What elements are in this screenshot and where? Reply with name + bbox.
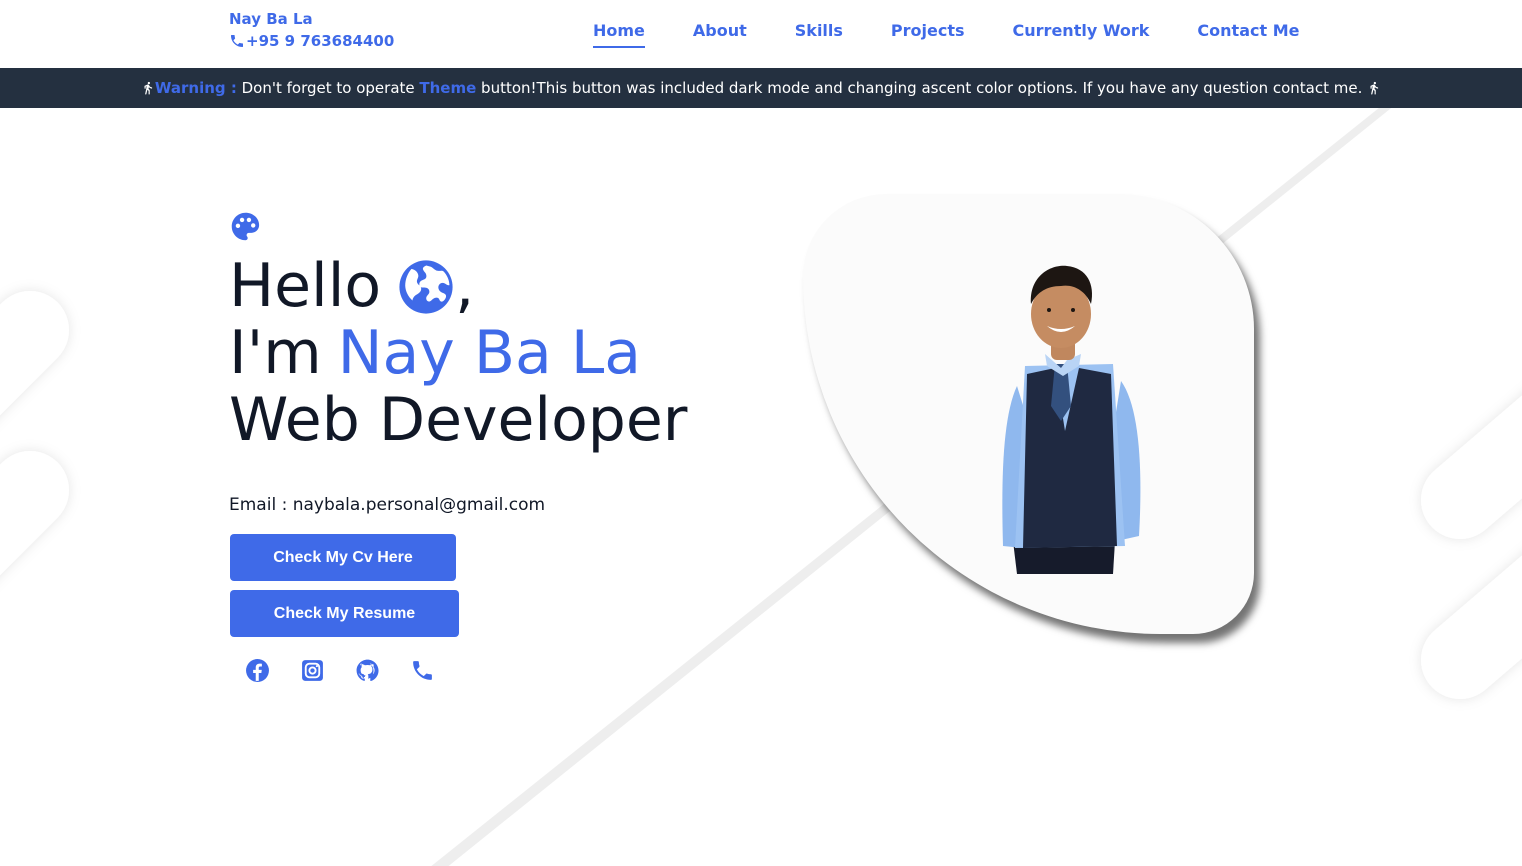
role-line: Web Developer: [229, 387, 687, 454]
check-cv-button[interactable]: Check My Cv Here: [230, 534, 456, 581]
phone-icon[interactable]: [410, 658, 435, 683]
hero-intro: Hello , I'm Nay Ba La Web Developer: [229, 210, 687, 454]
warning-label: Warning :: [154, 79, 237, 97]
nav-skills[interactable]: Skills: [795, 20, 843, 48]
nav-home[interactable]: Home: [593, 20, 645, 48]
nav-about[interactable]: About: [693, 20, 747, 48]
email-text: Email : naybala.personal@gmail.com: [229, 495, 546, 515]
running-person-icon: [1370, 81, 1379, 95]
main-nav: Home About Skills Projects Currently Wor…: [593, 20, 1299, 48]
warning-text-before: Don't forget to operate: [236, 79, 420, 97]
hello-comma: ,: [455, 251, 475, 321]
instagram-icon[interactable]: [300, 658, 325, 683]
warning-banner: Warning : Don't forget to operate Theme …: [0, 68, 1522, 108]
github-icon[interactable]: [355, 658, 380, 683]
check-resume-button[interactable]: Check My Resume: [230, 590, 459, 637]
warning-text-after: button!This button was included dark mod…: [476, 79, 1368, 97]
phone-number: +95 9 763684400: [246, 32, 395, 50]
site-header: Nay Ba La +95 9 763684400 Home About Ski…: [0, 0, 1522, 68]
warning-theme-word: Theme: [419, 79, 477, 97]
brand-phone[interactable]: +95 9 763684400: [229, 29, 394, 53]
palette-icon[interactable]: [229, 210, 262, 243]
facebook-icon[interactable]: [245, 658, 270, 683]
name-line: I'm Nay Ba La: [229, 320, 687, 387]
globe-icon: [399, 259, 453, 314]
brand-name[interactable]: Nay Ba La: [229, 9, 394, 29]
im-text: I'm: [229, 318, 322, 388]
hero-role: Web Developer: [229, 385, 688, 455]
profile-photo: [1002, 265, 1141, 574]
hello-text: Hello: [229, 251, 382, 321]
nav-contact-me[interactable]: Contact Me: [1197, 20, 1299, 48]
nav-currently-work[interactable]: Currently Work: [1013, 20, 1150, 48]
running-person-icon: [144, 81, 152, 95]
brand: Nay Ba La +95 9 763684400: [229, 9, 394, 53]
phone-icon: [231, 35, 243, 47]
hello-line: Hello ,: [229, 253, 687, 320]
social-links: [245, 658, 435, 683]
nav-projects[interactable]: Projects: [891, 20, 965, 48]
hero-name: Nay Ba La: [337, 318, 642, 388]
